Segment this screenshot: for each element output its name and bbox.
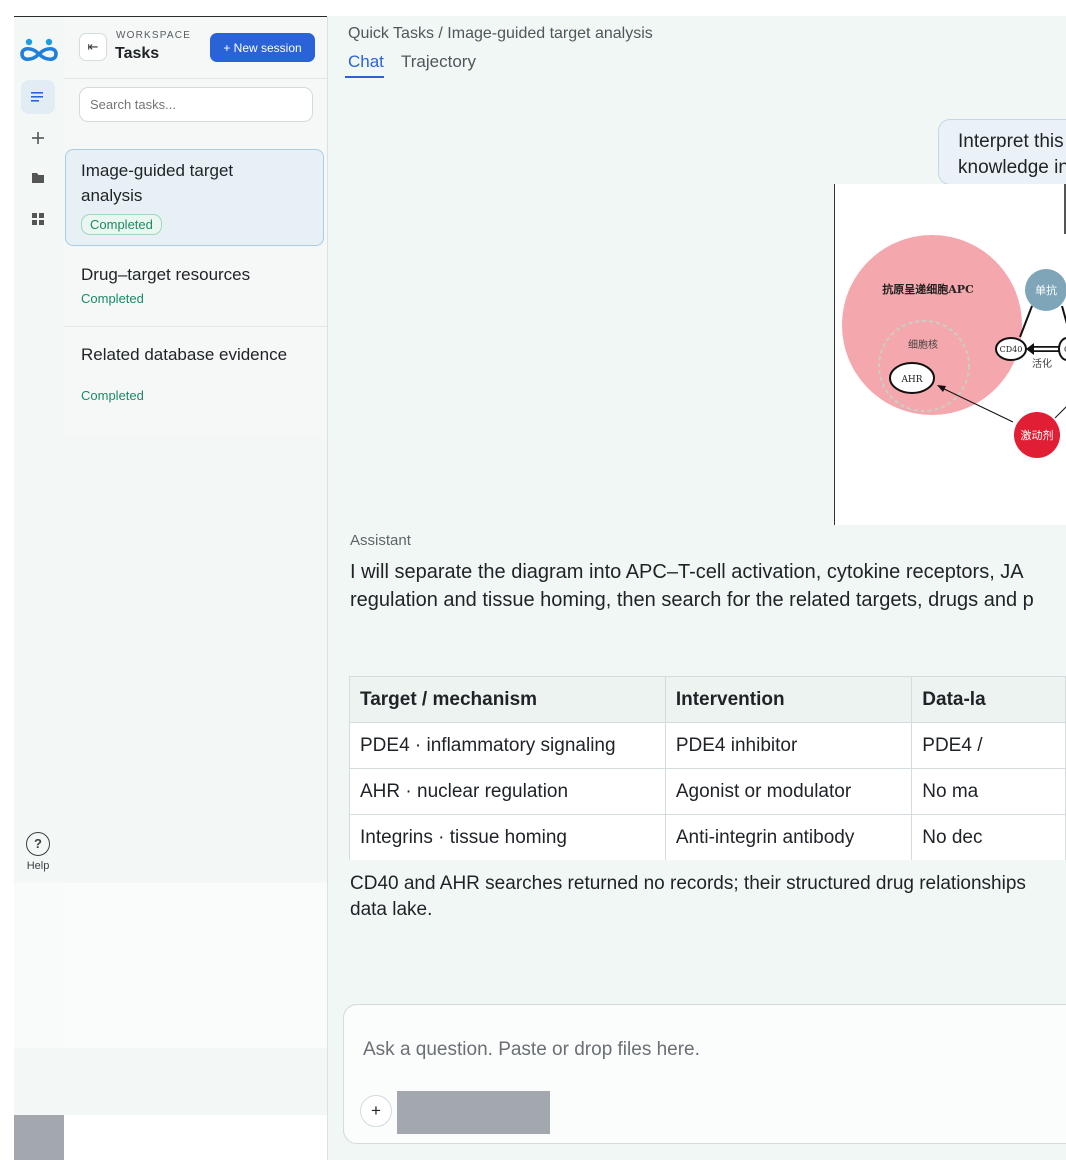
cd40-label: CD40 (1000, 345, 1023, 354)
apc-cell (842, 235, 1022, 415)
new-session-button[interactable]: + New session (210, 33, 315, 62)
help-icon: ? (26, 832, 50, 856)
user-message-bubble: Interpret this knowledge in (938, 119, 1066, 185)
nucleus-label: 细胞核 (908, 338, 938, 351)
table-cell: PDE4 · inflammatory signaling (349, 722, 666, 769)
grid-icon[interactable] (21, 202, 55, 236)
mab-label: 单抗 (1035, 283, 1057, 297)
table-cell: No dec (911, 814, 1066, 860)
infinity-logo-icon[interactable] (18, 34, 60, 66)
table-row: Integrins · tissue homing Anti-integrin … (349, 814, 1066, 860)
main-divider (327, 17, 328, 1160)
plus-icon[interactable] (21, 121, 55, 155)
breadcrumb: Quick Tasks / Image-guided target analys… (348, 25, 653, 42)
table-row: AHR · nuclear regulation Agonist or modu… (349, 768, 1066, 815)
table-header-cell: Intervention (664, 676, 913, 723)
task-item-database-evidence[interactable]: Related database evidence Completed (64, 342, 327, 422)
tab-trajectory[interactable]: Trajectory (401, 52, 476, 72)
table-cell: PDE4 / (911, 722, 1066, 769)
assistant-message-line: I will separate the diagram into APC–T-c… (350, 561, 1024, 583)
status-text: Completed (81, 388, 144, 403)
results-table: Target / mechanism Intervention Data-la … (349, 676, 1066, 860)
user-message-line: knowledge in (958, 157, 1066, 178)
assistant-note-line: CD40 and AHR searches returned no record… (350, 873, 1026, 894)
task-title: Related database evidence (81, 345, 288, 364)
table-cell: AHR · nuclear regulation (349, 768, 666, 815)
table-cell: Anti-integrin antibody (664, 814, 913, 860)
sidebar-footer-bottom (64, 1115, 327, 1160)
assistant-message-line: regulation and tissue homing, then searc… (350, 589, 1034, 611)
message-input[interactable] (363, 1038, 1043, 1062)
sidebar-empty-area (64, 435, 327, 883)
diagram-svg: 抗原呈递细胞APC 细胞核 AHR 单抗 CD40 CD 活化 激动剂 (842, 184, 1066, 458)
agonist-label: 激动剂 (1021, 428, 1054, 442)
active-tab-indicator (345, 76, 384, 78)
table-cell: Integrins · tissue homing (349, 814, 666, 860)
search-input[interactable] (79, 87, 313, 122)
attach-button[interactable]: + (360, 1095, 392, 1127)
table-cell: PDE4 inhibitor (664, 722, 913, 769)
task-title: Image-guided target analysis (81, 161, 234, 205)
redacted-block (14, 1115, 64, 1160)
task-item-image-guided[interactable]: Image-guided target analysis Completed (65, 149, 324, 246)
table-cell: No ma (911, 768, 1066, 815)
workspace-label: WORKSPACE (116, 30, 192, 41)
apc-label: 抗原呈递细胞APC (882, 282, 974, 296)
activation-label: 活化 (1032, 357, 1052, 370)
table-header-cell: Data-la (911, 676, 1066, 723)
tab-chat[interactable]: Chat (348, 52, 384, 72)
table-header-row: Target / mechanism Intervention Data-la (349, 676, 1066, 723)
sidebar-footer-area (64, 883, 327, 1048)
task-title: Drug–target resources (81, 265, 251, 284)
mab-arrow-right (1061, 305, 1066, 325)
task-item-drug-target[interactable]: Drug–target resources Completed (64, 262, 327, 322)
ahr-label: AHR (900, 375, 922, 385)
agonist-arrow-right (1054, 406, 1066, 419)
collapse-sidebar-icon[interactable]: ⇤ (79, 33, 107, 61)
redacted-block (397, 1091, 550, 1134)
assistant-label: Assistant (350, 532, 411, 549)
list-icon[interactable] (21, 80, 55, 114)
status-text: Completed (81, 291, 144, 306)
sidebar-footer-band (14, 1048, 327, 1115)
attached-diagram-image[interactable]: 抗原呈递细胞APC 细胞核 AHR 单抗 CD40 CD 活化 激动剂 (834, 184, 1066, 525)
table-header-cell: Target / mechanism (349, 676, 666, 723)
sidebar-header-divider (64, 78, 327, 79)
results-table-container: Target / mechanism Intervention Data-la … (349, 676, 1066, 860)
sidebar-title: Tasks (115, 45, 160, 62)
assistant-note-line: data lake. (350, 899, 433, 920)
help-button[interactable]: ? Help (24, 832, 52, 872)
help-label: Help (26, 860, 50, 872)
status-badge: Completed (81, 214, 162, 235)
task-divider (64, 326, 327, 327)
table-cell: Agonist or modulator (664, 768, 913, 815)
folder-icon[interactable] (21, 161, 55, 195)
assistant-message: I will separate the diagram into APC–T-c… (350, 558, 1066, 614)
activation-arrowhead (1026, 343, 1034, 355)
assistant-note: CD40 and AHR searches returned no record… (350, 871, 1066, 923)
table-row: PDE4 · inflammatory signaling PDE4 inhib… (349, 722, 1066, 769)
user-message-line: Interpret this (958, 131, 1064, 152)
